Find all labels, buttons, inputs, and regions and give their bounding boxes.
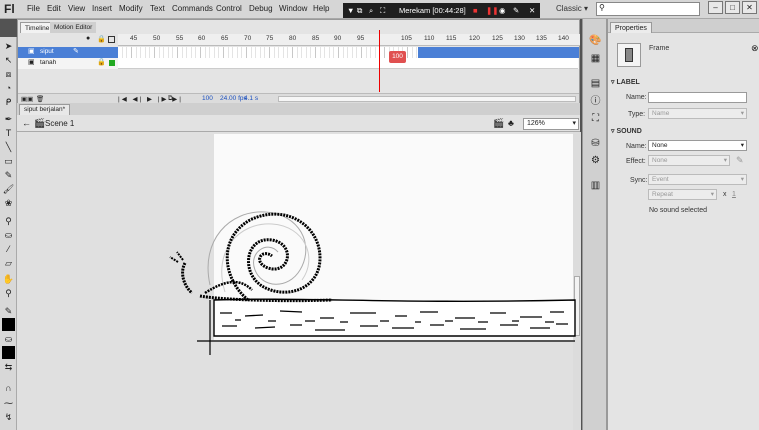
- section-title: LABEL: [616, 79, 640, 86]
- sound-name-select[interactable]: None ▾: [648, 140, 747, 151]
- sound-name-value: None: [652, 142, 668, 149]
- sync-select[interactable]: Event ▾: [648, 174, 747, 185]
- repeat-x-label: x: [723, 191, 727, 198]
- chevron-down-icon: ▾: [723, 157, 727, 164]
- chevron-down-icon: ▾: [710, 191, 714, 198]
- swatches-icon[interactable]: ▦: [589, 52, 602, 65]
- label-type-select[interactable]: Name ▾: [648, 108, 747, 119]
- ground-drawing: [213, 298, 576, 337]
- align-icon[interactable]: ▤: [589, 77, 602, 90]
- repeat-select[interactable]: Repeat ▾: [648, 189, 717, 200]
- effect-value: None: [652, 157, 668, 164]
- sync-label: Sync:: [630, 177, 648, 184]
- label-type-value: Name: [652, 110, 670, 117]
- label-section-header[interactable]: ▿ LABEL: [611, 78, 640, 86]
- edit-envelope-icon[interactable]: ✎: [736, 155, 744, 166]
- library-icon[interactable]: ▥: [589, 179, 602, 192]
- components-icon[interactable]: ⛁: [589, 137, 602, 150]
- motion-presets-icon[interactable]: ⚙: [589, 154, 602, 167]
- onion-skin-snail: [207, 211, 310, 293]
- frame-name-field[interactable]: [648, 92, 747, 103]
- sync-value: Event: [652, 176, 669, 183]
- frame-type-icon: [617, 43, 641, 67]
- chevron-down-icon: ▾: [740, 110, 744, 117]
- no-sound-message: No sound selected: [649, 207, 707, 214]
- info-icon[interactable]: ⓘ: [589, 95, 602, 108]
- effect-label: Effect:: [626, 158, 646, 165]
- sound-name-label: Name:: [626, 143, 647, 150]
- chevron-down-icon: ▾: [740, 176, 744, 183]
- close-icon[interactable]: ⊗: [751, 43, 759, 54]
- type-label: Type:: [628, 111, 646, 118]
- properties-panel: Properties Frame ⊗ ▿ LABEL Name: Type: N…: [607, 19, 759, 430]
- section-title: SOUND: [616, 128, 642, 135]
- repeat-value: Repeat: [652, 191, 673, 198]
- name-label: Name:: [626, 94, 647, 101]
- color-panel-icon[interactable]: 🎨: [589, 34, 602, 47]
- repeat-count[interactable]: 1: [732, 191, 736, 198]
- effect-select[interactable]: None ▾: [648, 155, 730, 166]
- tab-properties[interactable]: Properties: [610, 22, 652, 33]
- sound-section-header[interactable]: ▿ SOUND: [611, 127, 642, 135]
- chevron-down-icon: ▾: [740, 142, 744, 149]
- panel-icon-strip: 🎨 ▦ ▤ ⓘ ⛶ ⛁ ⚙ ▥: [582, 19, 607, 430]
- transform-icon[interactable]: ⛶: [589, 112, 602, 125]
- selection-type: Frame: [649, 45, 670, 52]
